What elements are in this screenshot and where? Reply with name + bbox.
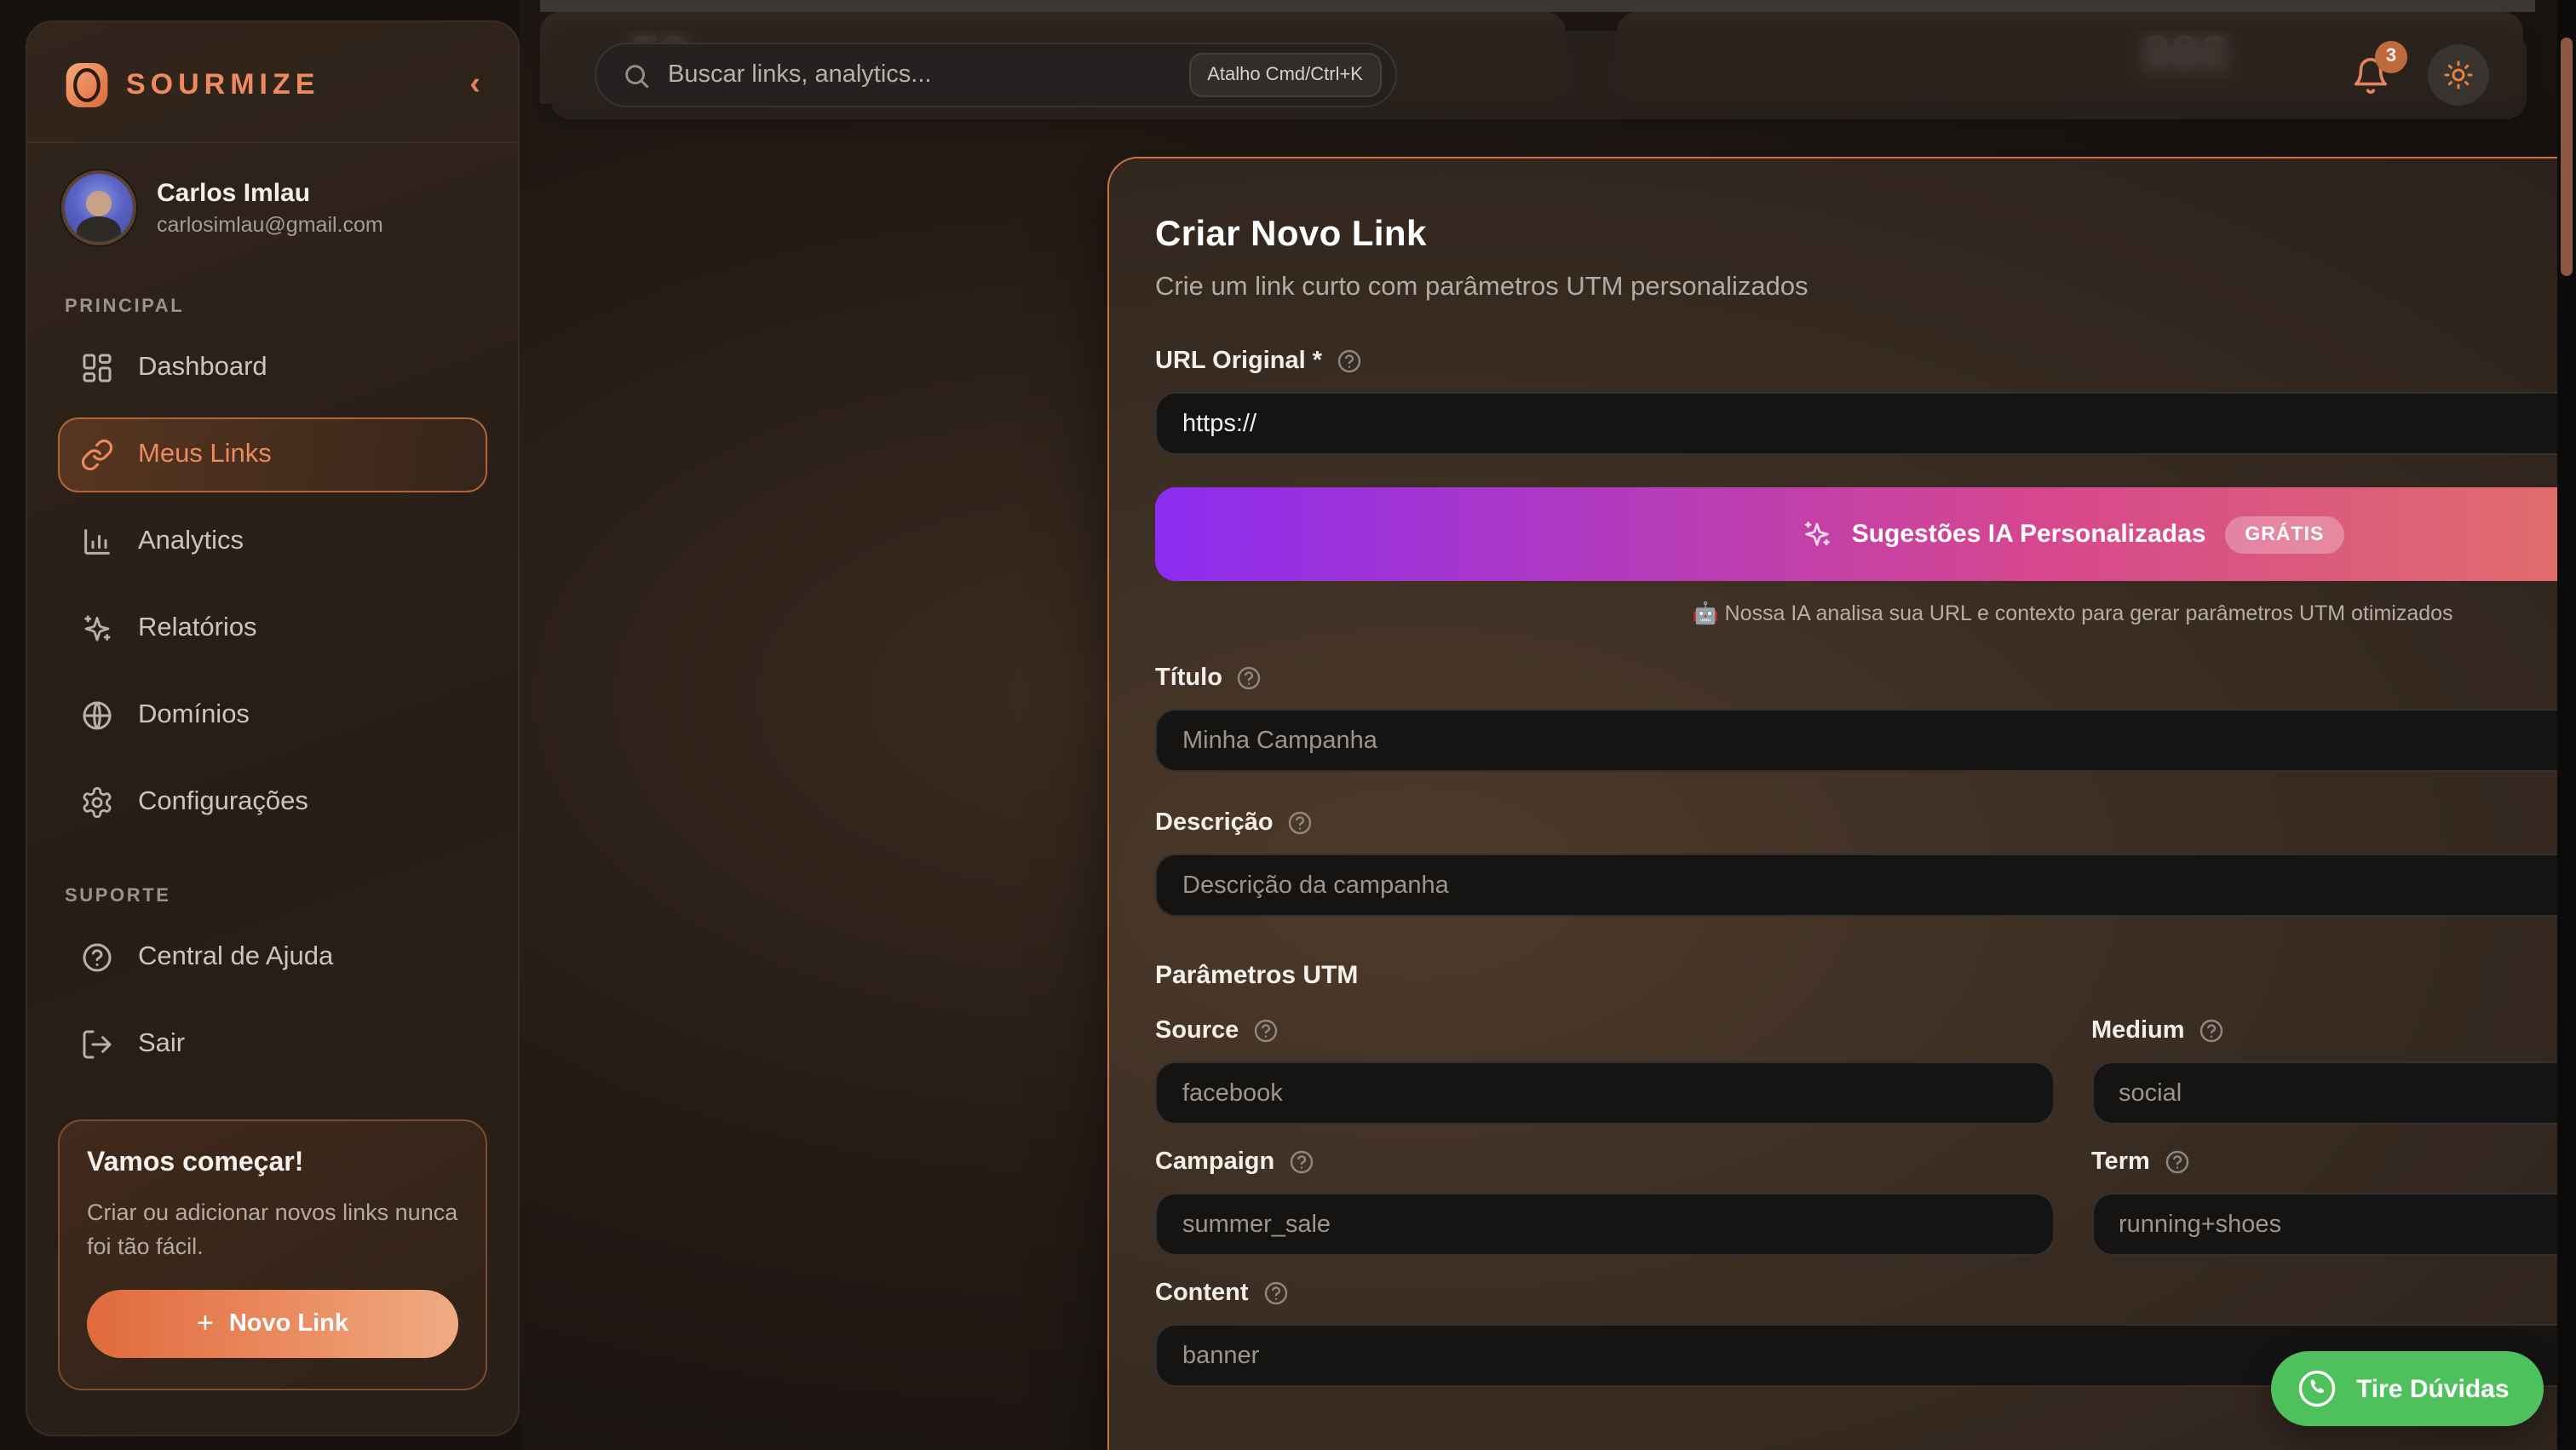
topbar-actions: 3 bbox=[2351, 44, 2527, 106]
global-search[interactable]: Atalho Cmd/Ctrl+K bbox=[595, 43, 1397, 107]
notification-count-badge: 3 bbox=[2375, 40, 2407, 72]
panel-subtitle: Crie um link curto com parâmetros UTM pe… bbox=[1155, 273, 2576, 303]
utm-source-input[interactable] bbox=[1155, 1062, 2054, 1125]
utm-grid-row-2: Campaign Term bbox=[1155, 1125, 2576, 1256]
whatsapp-label: Tire Dúvidas bbox=[2356, 1374, 2510, 1403]
getting-started-title: Vamos começar! bbox=[87, 1148, 458, 1179]
globe-icon bbox=[80, 699, 114, 733]
shortcut-badge: Atalho Cmd/Ctrl+K bbox=[1188, 53, 1382, 97]
sidebar-item-meus-links[interactable]: Meus Links bbox=[58, 417, 487, 492]
source-label: Source bbox=[1155, 1017, 1239, 1044]
sidebar-item-label: Domínios bbox=[138, 700, 250, 731]
user-name: Carlos Imlau bbox=[157, 177, 383, 210]
sidebar-item-sair[interactable]: Sair bbox=[58, 1007, 487, 1082]
sparkles-icon bbox=[1801, 518, 1833, 550]
sidebar-collapse-button[interactable]: ‹ bbox=[463, 66, 487, 104]
panel-title: Criar Novo Link bbox=[1155, 215, 2576, 256]
sidebar-item-label: Relatórios bbox=[138, 613, 257, 644]
utm-medium-input[interactable] bbox=[2091, 1062, 2576, 1125]
section-label-suporte: SUPORTE bbox=[27, 852, 518, 920]
getting-started-body: Criar ou adicionar novos links nunca foi… bbox=[87, 1196, 458, 1265]
notifications-button[interactable]: 3 bbox=[2351, 55, 2390, 95]
help-icon[interactable] bbox=[1288, 1148, 1315, 1176]
ai-button-label: Sugestões IA Personalizadas bbox=[1852, 520, 2206, 549]
utm-grid-row-1: Source Medium bbox=[1155, 990, 2576, 1125]
search-input[interactable] bbox=[668, 61, 1171, 89]
url-input[interactable] bbox=[1155, 392, 2576, 455]
novo-link-button[interactable]: + Novo Link bbox=[87, 1289, 458, 1357]
whatsapp-support-button[interactable]: Tire Dúvidas bbox=[2271, 1351, 2544, 1426]
main-area: 52 888 Atalho Cmd/Ctrl+K bbox=[520, 0, 2576, 1450]
ai-note: 🤖 Nossa IA analisa sua URL e contexto pa… bbox=[1155, 601, 2576, 627]
sidebar-item-analytics[interactable]: Analytics bbox=[58, 504, 487, 579]
scrollbar-thumb[interactable] bbox=[2561, 37, 2573, 276]
avatar bbox=[61, 170, 136, 245]
getting-started-card: Vamos começar! Criar ou adicionar novos … bbox=[58, 1119, 487, 1390]
link-icon bbox=[80, 438, 114, 472]
gear-icon bbox=[80, 785, 114, 820]
sidebar-item-label: Dashboard bbox=[138, 353, 267, 383]
bar-chart-icon bbox=[80, 525, 114, 559]
plus-icon: + bbox=[197, 1306, 214, 1340]
descricao-input[interactable] bbox=[1155, 854, 2576, 917]
sparkles-icon bbox=[80, 612, 114, 646]
sidebar-item-label: Sair bbox=[138, 1029, 185, 1060]
search-icon bbox=[622, 60, 651, 89]
sidebar-item-label: Configurações bbox=[138, 787, 308, 818]
medium-label: Medium bbox=[2091, 1017, 2185, 1044]
sidebar-item-dominios[interactable]: Domínios bbox=[58, 678, 487, 753]
scrollbar[interactable] bbox=[2557, 0, 2576, 1450]
create-link-panel: Criar Novo Link Crie um link curto com p… bbox=[1107, 157, 2576, 1450]
user-email: carlosimlau@gmail.com bbox=[157, 210, 383, 239]
help-icon[interactable] bbox=[1287, 809, 1314, 837]
term-label: Term bbox=[2091, 1148, 2150, 1176]
url-label: URL Original * bbox=[1155, 348, 1322, 375]
help-icon[interactable] bbox=[2164, 1148, 2191, 1176]
theme-toggle-button[interactable] bbox=[2428, 44, 2489, 106]
top-header-bar: Atalho Cmd/Ctrl+K 3 bbox=[550, 31, 2527, 119]
sidebar-item-configuracoes[interactable]: Configurações bbox=[58, 765, 487, 840]
titulo-input[interactable] bbox=[1155, 709, 2576, 772]
dashboard-grid-icon bbox=[80, 351, 114, 385]
help-icon[interactable] bbox=[2199, 1017, 2226, 1044]
background-top-strip bbox=[540, 0, 2535, 12]
ai-suggestions-button[interactable]: Sugestões IA Personalizadas GRÁTIS bbox=[1155, 487, 2576, 581]
user-info: Carlos Imlau carlosimlau@gmail.com bbox=[157, 177, 383, 239]
titulo-label: Título bbox=[1155, 665, 1222, 692]
sidebar-header: SOURMIZE ‹ bbox=[27, 22, 518, 143]
help-icon[interactable] bbox=[1336, 348, 1363, 375]
help-icon[interactable] bbox=[1236, 665, 1263, 692]
campaign-label: Campaign bbox=[1155, 1148, 1274, 1176]
utm-term-input[interactable] bbox=[2091, 1193, 2576, 1256]
sidebar-item-label: Analytics bbox=[138, 526, 244, 557]
sidebar-support-menu: Central de Ajuda Sair bbox=[27, 920, 518, 1082]
help-icon[interactable] bbox=[1252, 1017, 1279, 1044]
sidebar-item-central-de-ajuda[interactable]: Central de Ajuda bbox=[58, 920, 487, 995]
help-circle-icon bbox=[80, 941, 114, 975]
sun-icon bbox=[2443, 60, 2474, 90]
section-label-principal: PRINCIPAL bbox=[27, 262, 518, 331]
sidebar-menu: Dashboard Meus Links Analytics bbox=[27, 331, 518, 840]
novo-link-label: Novo Link bbox=[229, 1309, 348, 1337]
gratis-badge: GRÁTIS bbox=[2224, 515, 2344, 553]
help-icon[interactable] bbox=[1262, 1280, 1290, 1307]
sidebar-item-relatorios[interactable]: Relatórios bbox=[58, 591, 487, 666]
sidebar-item-dashboard[interactable]: Dashboard bbox=[58, 331, 487, 406]
content-label: Content bbox=[1155, 1280, 1249, 1307]
user-profile[interactable]: Carlos Imlau carlosimlau@gmail.com bbox=[27, 143, 518, 262]
sidebar-item-label: Central de Ajuda bbox=[138, 942, 333, 973]
sidebar-item-label: Meus Links bbox=[138, 440, 272, 470]
logout-icon bbox=[80, 1027, 114, 1062]
brand-name: SOURMIZE bbox=[126, 68, 446, 102]
descricao-label: Descrição bbox=[1155, 809, 1274, 837]
logo-icon bbox=[65, 60, 109, 111]
utm-campaign-input[interactable] bbox=[1155, 1193, 2054, 1256]
whatsapp-icon bbox=[2295, 1367, 2339, 1411]
sidebar: SOURMIZE ‹ Carlos Imlau carlosimlau@gmai… bbox=[26, 20, 520, 1436]
utm-heading: Parâmetros UTM bbox=[1155, 961, 2576, 990]
app-root: SOURMIZE ‹ Carlos Imlau carlosimlau@gmai… bbox=[0, 0, 2576, 1450]
